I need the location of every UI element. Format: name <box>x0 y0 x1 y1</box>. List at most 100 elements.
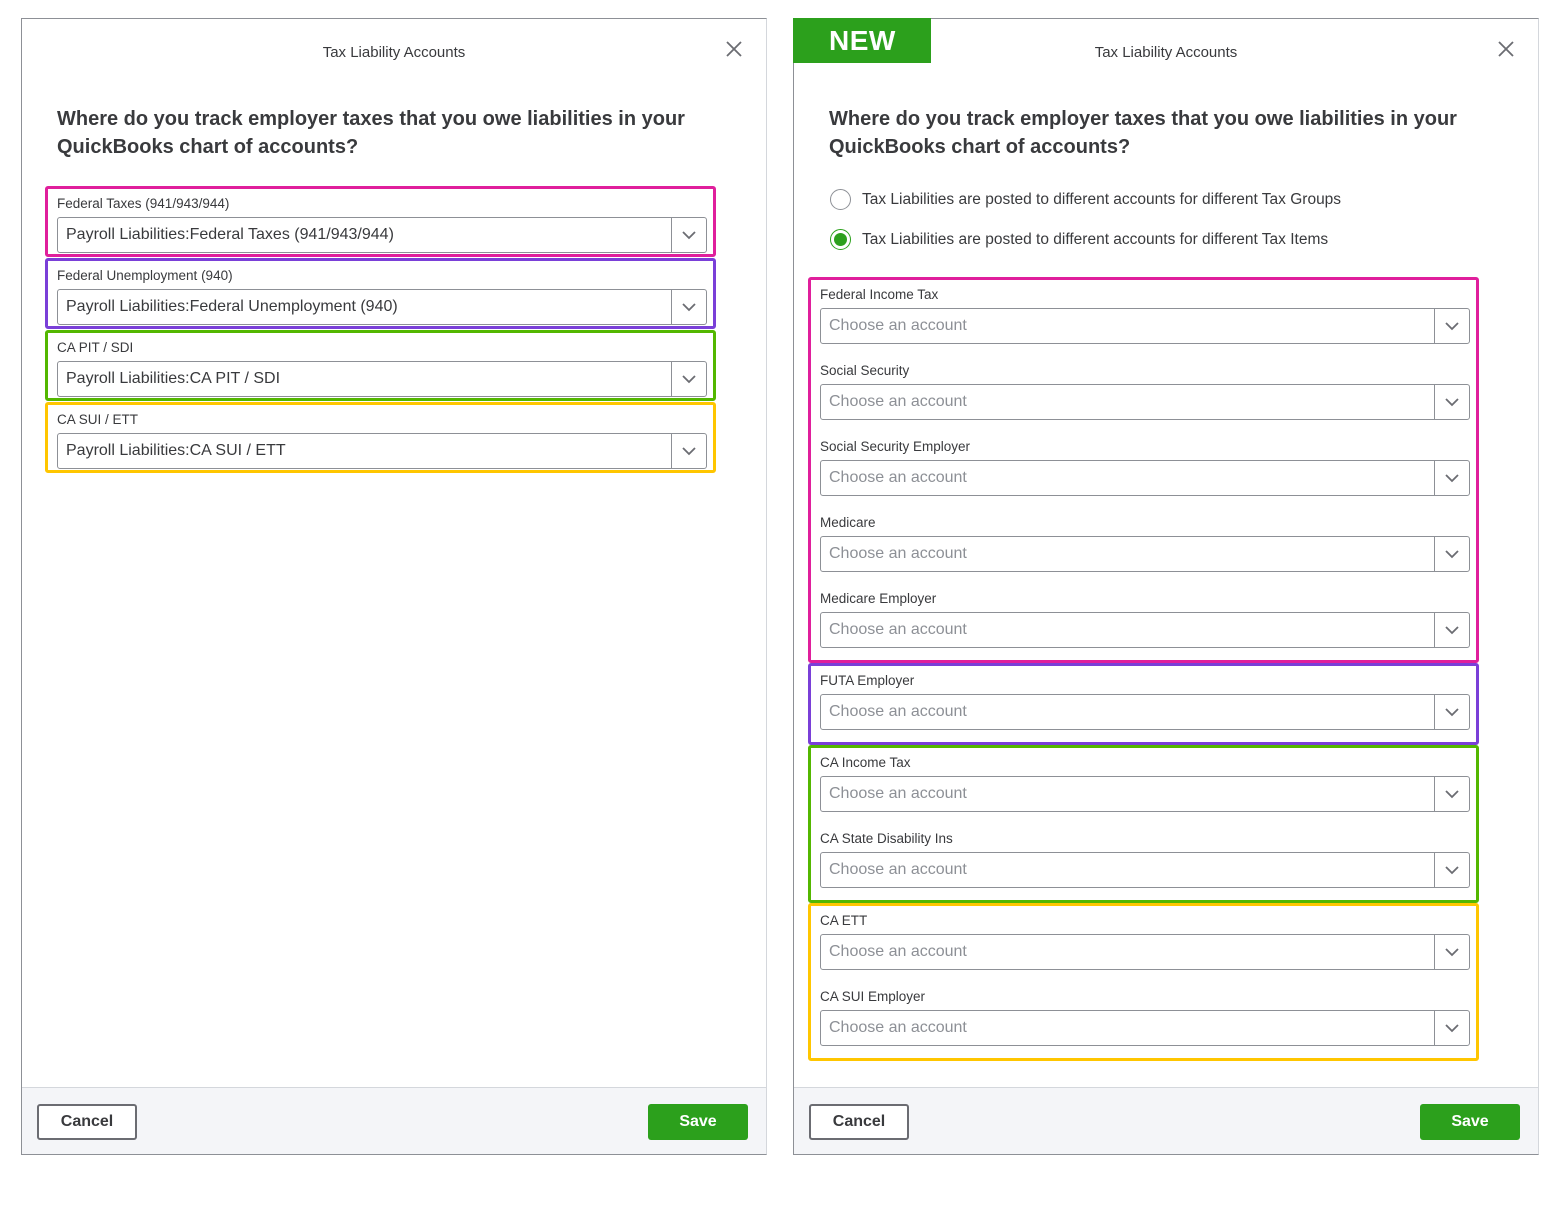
account-select[interactable]: Choose an account <box>820 852 1470 888</box>
dropdown-toggle[interactable] <box>1434 853 1469 887</box>
account-select[interactable]: Payroll Liabilities:CA SUI / ETT <box>57 433 707 469</box>
field-label: Medicare Employer <box>820 591 937 606</box>
select-value: Payroll Liabilities:CA PIT / SDI <box>66 370 281 387</box>
question-heading: Where do you track employer taxes that y… <box>829 108 1457 158</box>
dropdown-toggle[interactable] <box>1434 935 1469 969</box>
save-button[interactable]: Save <box>1420 1104 1520 1140</box>
field-label: CA Income Tax <box>820 755 911 770</box>
dropdown-toggle[interactable] <box>671 218 706 252</box>
select-value: Choose an account <box>829 1019 967 1036</box>
chevron-down-icon <box>1445 321 1459 330</box>
field-label: CA SUI Employer <box>820 989 926 1004</box>
account-field: Federal Income Tax Choose an account <box>811 280 1476 356</box>
account-field: FUTA Employer Choose an account <box>811 666 1476 742</box>
field-label: CA State Disability Ins <box>820 831 953 846</box>
account-field: Social Security Choose an account <box>811 356 1476 432</box>
select-value: Payroll Liabilities:Federal Unemployment… <box>66 298 398 315</box>
close-button[interactable] <box>1496 39 1516 59</box>
account-field: CA Income Tax Choose an account <box>811 748 1476 824</box>
account-select[interactable]: Choose an account <box>820 934 1470 970</box>
dropdown-toggle[interactable] <box>1434 309 1469 343</box>
select-value: Choose an account <box>829 785 967 802</box>
select-value: Choose an account <box>829 469 967 486</box>
select-value: Choose an account <box>829 943 967 960</box>
radio-button[interactable] <box>830 189 851 210</box>
field-label: Federal Income Tax <box>820 287 939 302</box>
chevron-down-icon <box>1445 625 1459 634</box>
dropdown-toggle[interactable] <box>1434 695 1469 729</box>
close-button[interactable] <box>724 39 744 59</box>
dropdown-toggle[interactable] <box>1434 461 1469 495</box>
account-select[interactable]: Choose an account <box>820 384 1470 420</box>
account-select[interactable]: Payroll Liabilities:Federal Unemployment… <box>57 289 707 325</box>
dropdown-toggle[interactable] <box>671 434 706 468</box>
account-select[interactable]: Payroll Liabilities:CA PIT / SDI <box>57 361 707 397</box>
dialog-title: Tax Liability Accounts <box>1094 44 1238 61</box>
account-group-state: CA PIT / SDI Payroll Liabilities:CA PIT /… <box>45 330 716 401</box>
chevron-down-icon <box>1445 473 1459 482</box>
chevron-down-icon <box>1445 947 1459 956</box>
chevron-down-icon <box>1445 707 1459 716</box>
select-value: Choose an account <box>829 545 967 562</box>
field-label: Federal Unemployment (940) <box>57 268 233 283</box>
radio-label: Tax Liabilities are posted to different … <box>862 230 1329 248</box>
field-label: Federal Taxes (941/943/944) <box>57 196 230 211</box>
account-group-federal: Federal Taxes (941/943/944) Payroll Liabi… <box>45 186 716 257</box>
account-group-unemployment: FUTA Employer Choose an account <box>808 663 1479 745</box>
select-value: Payroll Liabilities:Federal Taxes (941/9… <box>66 226 394 243</box>
cancel-button[interactable]: Cancel <box>809 1104 909 1140</box>
chevron-down-icon <box>682 302 696 311</box>
dropdown-toggle[interactable] <box>1434 777 1469 811</box>
new-tax-liability-dialog: NEW Tax Liability Accounts Where do you … <box>793 18 1539 1155</box>
dropdown-toggle[interactable] <box>671 290 706 324</box>
account-field: CA PIT / SDI Payroll Liabilities:CA PIT /… <box>48 333 713 398</box>
radio-option-tax-items[interactable]: Tax Liabilities are posted to different … <box>830 229 1328 250</box>
account-select[interactable]: Choose an account <box>820 612 1470 648</box>
chevron-down-icon <box>1445 397 1459 406</box>
account-field: Federal Unemployment (940) Payroll Liabil… <box>48 261 713 326</box>
field-label: Social Security Employer <box>820 439 971 454</box>
dropdown-toggle[interactable] <box>1434 1011 1469 1045</box>
cancel-button[interactable]: Cancel <box>37 1104 137 1140</box>
account-select[interactable]: Choose an account <box>820 308 1470 344</box>
chevron-down-icon <box>682 374 696 383</box>
field-label: CA SUI / ETT <box>57 412 139 427</box>
dialog-title: Tax Liability Accounts <box>322 44 466 61</box>
account-field: CA State Disability Ins Choose an account <box>811 824 1476 900</box>
field-label: CA PIT / SDI <box>57 340 134 355</box>
account-select[interactable]: Choose an account <box>820 536 1470 572</box>
save-button[interactable]: Save <box>648 1104 748 1140</box>
account-select[interactable]: Choose an account <box>820 1010 1470 1046</box>
chevron-down-icon <box>682 446 696 455</box>
field-label: FUTA Employer <box>820 673 915 688</box>
dropdown-toggle[interactable] <box>1434 537 1469 571</box>
old-tax-liability-dialog: Tax Liability Accounts Where do you trac… <box>21 18 767 1155</box>
close-icon <box>726 41 742 57</box>
account-select[interactable]: Payroll Liabilities:Federal Taxes (941/9… <box>57 217 707 253</box>
field-label: Social Security <box>820 363 910 378</box>
account-field: Social Security Employer Choose an accoun… <box>811 432 1476 508</box>
select-value: Payroll Liabilities:CA SUI / ETT <box>66 442 286 459</box>
chevron-down-icon <box>1445 789 1459 798</box>
account-group-state: CA Income Tax Choose an account CA State D… <box>808 745 1479 903</box>
select-value: Choose an account <box>829 317 967 334</box>
dropdown-toggle[interactable] <box>1434 385 1469 419</box>
radio-option-tax-groups[interactable]: Tax Liabilities are posted to different … <box>830 189 1341 210</box>
radio-button[interactable] <box>830 229 851 250</box>
account-group-sui: CA ETT Choose an account CA SUI Employer Ch… <box>808 903 1479 1061</box>
dropdown-toggle[interactable] <box>671 362 706 396</box>
select-value: Choose an account <box>829 621 967 638</box>
account-group-federal: Federal Income Tax Choose an account Socia… <box>808 277 1479 663</box>
account-select[interactable]: Choose an account <box>820 776 1470 812</box>
account-field: Medicare Employer Choose an account <box>811 584 1476 660</box>
select-value: Choose an account <box>829 703 967 720</box>
account-group-sui: CA SUI / ETT Payroll Liabilities:CA SUI /… <box>45 402 716 473</box>
select-value: Choose an account <box>829 393 967 410</box>
account-select[interactable]: Choose an account <box>820 460 1470 496</box>
dialog-footer: Cancel Save <box>794 1087 1538 1154</box>
dropdown-toggle[interactable] <box>1434 613 1469 647</box>
account-select[interactable]: Choose an account <box>820 694 1470 730</box>
field-label: Medicare <box>820 515 876 530</box>
chevron-down-icon <box>1445 1023 1459 1032</box>
account-field: CA SUI / ETT Payroll Liabilities:CA SUI /… <box>48 405 713 470</box>
